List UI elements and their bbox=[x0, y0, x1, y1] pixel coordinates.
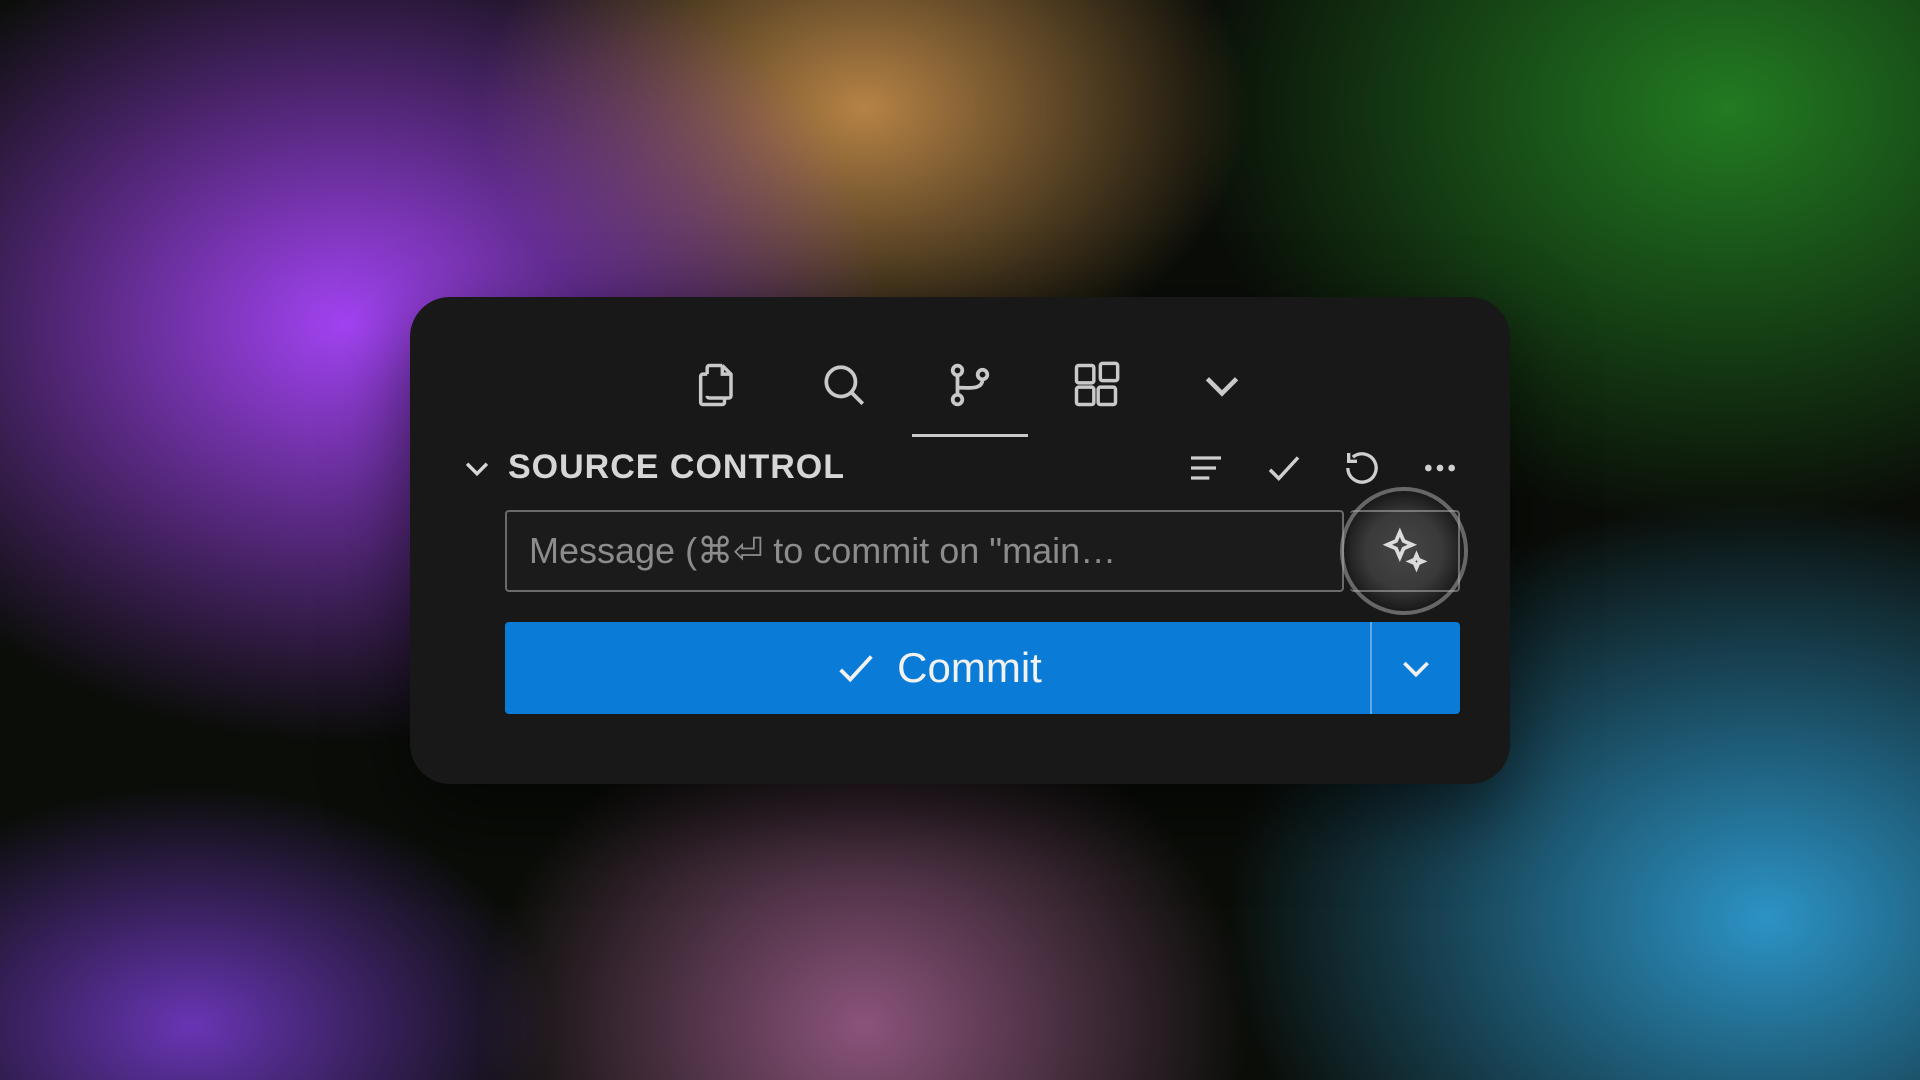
generate-commit-message-button[interactable] bbox=[1350, 510, 1460, 592]
commit-button[interactable]: Commit bbox=[505, 622, 1370, 714]
git-branch-icon bbox=[945, 360, 995, 410]
more-actions-button[interactable] bbox=[1420, 448, 1460, 488]
explorer-tab[interactable] bbox=[690, 357, 746, 413]
source-control-panel: SOURCE CONTROL bbox=[410, 297, 1510, 784]
extensions-tab[interactable] bbox=[1068, 357, 1124, 413]
view-tree-button[interactable] bbox=[1186, 448, 1226, 488]
source-control-tab[interactable] bbox=[942, 357, 998, 413]
section-actions bbox=[1186, 448, 1460, 488]
overflow-tab[interactable] bbox=[1194, 357, 1250, 413]
list-icon bbox=[1186, 448, 1226, 488]
section-header[interactable]: SOURCE CONTROL bbox=[460, 448, 1460, 488]
commit-dropdown-button[interactable] bbox=[1370, 622, 1460, 714]
chevron-down-icon bbox=[460, 451, 494, 485]
check-icon bbox=[1263, 447, 1305, 489]
sparkle-icon bbox=[1379, 526, 1429, 576]
commit-button-label: Commit bbox=[897, 644, 1042, 692]
check-icon bbox=[833, 645, 879, 691]
search-tab[interactable] bbox=[816, 357, 872, 413]
search-icon bbox=[819, 360, 869, 410]
chevron-down-icon bbox=[1396, 648, 1436, 688]
extensions-icon bbox=[1070, 359, 1122, 411]
chevron-down-icon bbox=[1197, 360, 1247, 410]
commit-message-input[interactable] bbox=[505, 510, 1344, 592]
ellipsis-icon bbox=[1420, 448, 1460, 488]
refresh-button[interactable] bbox=[1342, 448, 1382, 488]
commit-message-row bbox=[460, 510, 1460, 592]
refresh-icon bbox=[1342, 448, 1382, 488]
commit-button-row: Commit bbox=[460, 622, 1460, 714]
activity-tabbar bbox=[460, 357, 1460, 413]
section-title: SOURCE CONTROL bbox=[508, 448, 845, 487]
commit-action-button[interactable] bbox=[1264, 448, 1304, 488]
files-icon bbox=[692, 359, 744, 411]
